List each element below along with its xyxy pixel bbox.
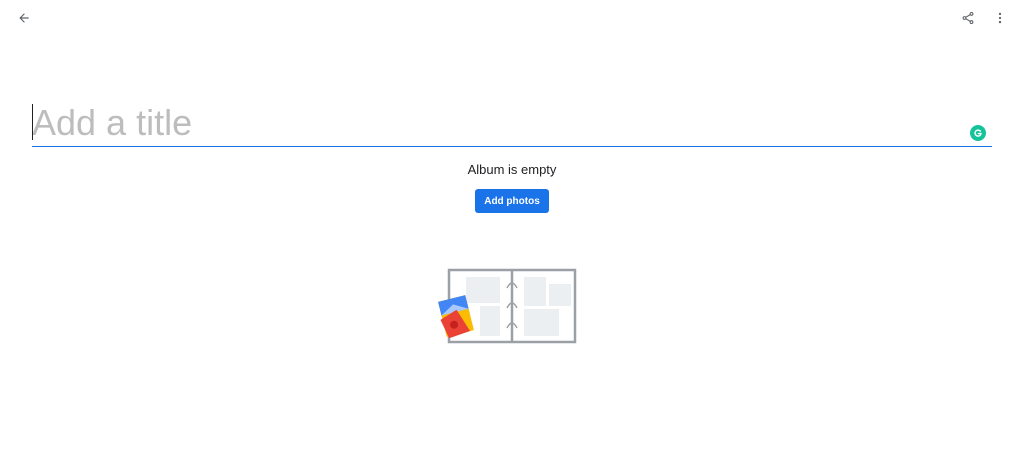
album-page: Album is empty Add photos xyxy=(0,0,1024,466)
title-input[interactable] xyxy=(32,100,952,146)
text-caret xyxy=(32,104,33,140)
share-button[interactable] xyxy=(956,8,980,28)
more-options-button[interactable] xyxy=(990,8,1010,28)
empty-album-illustration xyxy=(438,268,577,344)
more-vert-icon xyxy=(998,12,1002,24)
arrow-back-icon xyxy=(19,13,29,23)
grammarly-icon[interactable] xyxy=(970,125,986,141)
add-photos-button[interactable]: Add photos xyxy=(475,189,549,213)
empty-album-message: Album is empty xyxy=(467,162,557,177)
grammarly-g-glyph xyxy=(974,129,982,137)
back-button[interactable] xyxy=(12,8,36,28)
share-icon xyxy=(962,11,974,25)
title-field xyxy=(32,100,992,147)
